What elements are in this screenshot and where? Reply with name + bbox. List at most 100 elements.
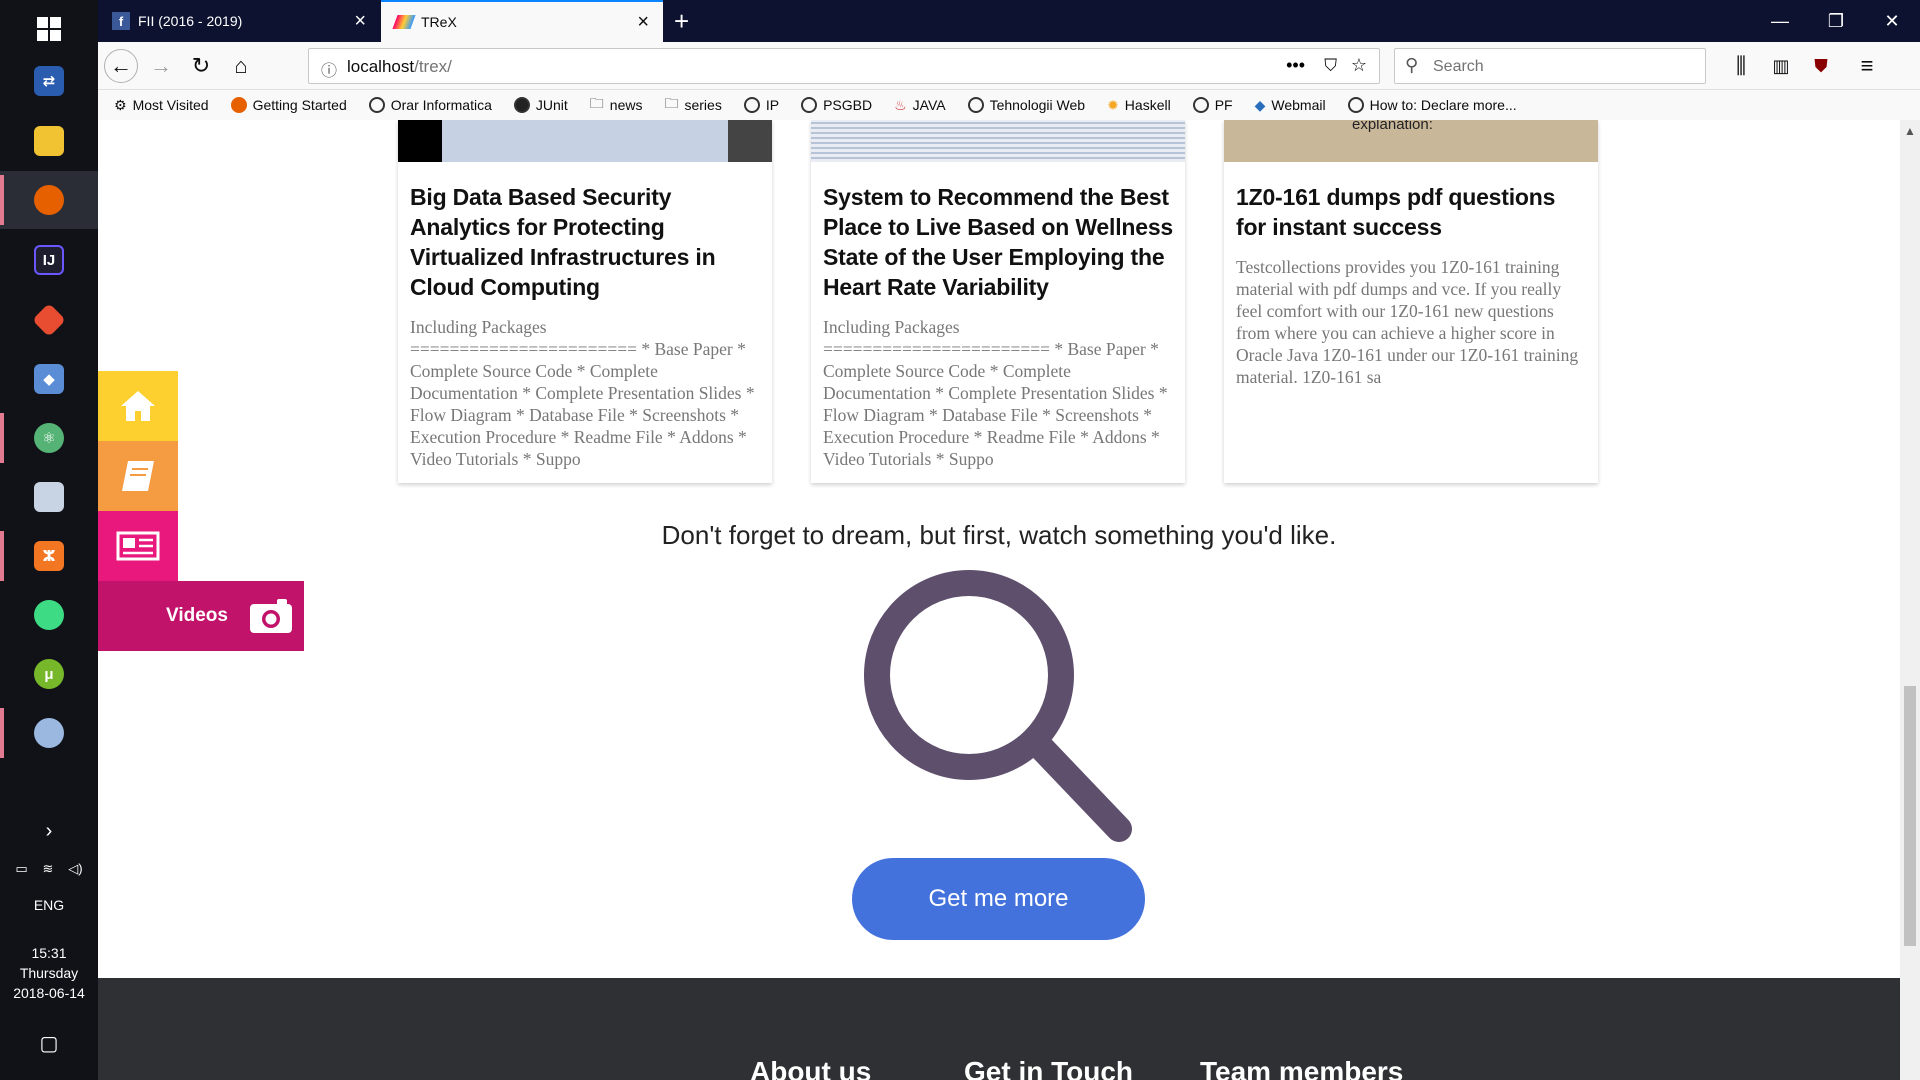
footer-heading-team: Team members — [1200, 1056, 1404, 1080]
side-nav-home[interactable] — [98, 371, 178, 441]
bookmark-tehnologii-web[interactable]: Tehnologii Web — [967, 97, 1085, 113]
library-icon[interactable]: ⫼ — [1724, 49, 1758, 83]
cube-icon: ◆ — [34, 364, 64, 394]
search-placeholder: Search — [1433, 58, 1484, 75]
windows-logo-icon — [37, 17, 61, 41]
start-button[interactable] — [0, 0, 98, 58]
menu-icon[interactable]: ≡ — [1850, 49, 1884, 83]
database-app-button[interactable] — [0, 468, 98, 526]
bookmark-star-icon[interactable]: ☆ — [1351, 55, 1367, 76]
network-app-button[interactable]: ⇄ — [0, 52, 98, 110]
firefox-taskbar-button[interactable] — [0, 171, 98, 229]
intellij-button[interactable]: IJ — [0, 231, 98, 289]
tab-trex[interactable]: TReX × — [381, 0, 663, 42]
article-card[interactable]: System to Recommend the Best Place to Li… — [811, 120, 1185, 483]
language-indicator[interactable]: ENG — [0, 897, 98, 913]
page-actions-icon[interactable]: ••• — [1286, 55, 1305, 76]
home-icon — [121, 391, 155, 421]
xampp-icon: ⵣ — [34, 541, 64, 571]
paint-app-button[interactable] — [0, 704, 98, 762]
android-studio-button[interactable] — [0, 586, 98, 644]
firefox-icon — [230, 97, 247, 113]
globe-icon — [967, 97, 984, 113]
wifi-icon[interactable]: ≋ — [43, 861, 54, 877]
info-icon[interactable]: ⓘ — [321, 57, 337, 81]
bookmark-junit[interactable]: JUnit — [513, 97, 568, 113]
forward-button[interactable]: → — [144, 49, 178, 83]
bookmark-webmail[interactable]: ◆ Webmail — [1255, 97, 1326, 114]
home-button[interactable]: ⌂ — [224, 49, 258, 83]
card-title[interactable]: 1Z0-161 dumps pdf questions for instant … — [1224, 162, 1598, 242]
xampp-button[interactable]: ⵣ — [0, 527, 98, 585]
sidebar-icon[interactable]: ▥ — [1764, 49, 1798, 83]
volume-icon[interactable]: ◁) — [68, 861, 82, 877]
card-excerpt: Including Packages =====================… — [410, 317, 755, 469]
bookmark-most-visited[interactable]: ⚙ Most Visited — [114, 97, 209, 114]
side-nav-videos-label: Videos — [166, 605, 228, 626]
firefox-icon — [34, 185, 64, 215]
tab-fii[interactable]: f FII (2016 - 2019) × — [98, 0, 380, 42]
bookmark-pf[interactable]: PF — [1192, 97, 1233, 113]
bookmark-psgbd[interactable]: PSGBD — [801, 97, 872, 113]
new-tab-button[interactable]: + — [674, 6, 689, 37]
bookmark-java[interactable]: ♨ JAVA — [894, 97, 946, 114]
url-text[interactable]: localhost/trex/ — [347, 57, 452, 77]
reload-button[interactable]: ↻ — [184, 49, 218, 83]
close-tab-icon[interactable]: × — [354, 11, 366, 31]
close-tab-icon[interactable]: × — [637, 12, 649, 32]
minimize-button[interactable]: — — [1752, 0, 1808, 42]
atom-button[interactable]: ⚛ — [0, 409, 98, 467]
get-more-button[interactable]: Get me more — [852, 858, 1145, 940]
globe-icon — [743, 97, 760, 113]
webmail-icon: ◆ — [1254, 96, 1266, 113]
scrollbar-thumb[interactable] — [1904, 686, 1916, 946]
globe-icon — [801, 97, 818, 113]
page-scrollbar[interactable]: ▲ — [1900, 120, 1920, 1080]
notifications-icon[interactable]: ▢ — [0, 1031, 98, 1056]
battery-icon[interactable]: ▭ — [15, 861, 27, 877]
back-button[interactable]: ← — [104, 49, 138, 83]
ublock-icon[interactable]: ⛊ — [1804, 49, 1838, 83]
database-icon — [34, 482, 64, 512]
file-explorer-button[interactable] — [0, 112, 98, 170]
bookmark-news[interactable]: 🗀 news — [590, 93, 643, 117]
android-studio-icon — [34, 600, 64, 630]
git-icon — [32, 303, 66, 337]
facebook-icon: f — [112, 12, 130, 30]
pocket-icon[interactable]: ⛉ — [1324, 56, 1337, 76]
restore-button[interactable]: ❐ — [1808, 0, 1864, 42]
card-thumbnail: explanation: — [1224, 120, 1598, 162]
folder-icon: 🗀 — [589, 95, 604, 111]
chevron-right-icon[interactable]: › — [0, 820, 98, 843]
card-title[interactable]: Big Data Based Security Analytics for Pr… — [398, 162, 772, 302]
bookmark-orar-informatica[interactable]: Orar Informatica — [368, 97, 492, 113]
side-nav-books[interactable] — [98, 441, 178, 511]
windows-taskbar: ⇄ IJ ◆ ⚛ ⵣ μ › ▭ ≋ ◁) ENG 15:31 Thursday… — [0, 0, 98, 1080]
close-window-button[interactable]: ✕ — [1864, 0, 1920, 42]
card-excerpt: Including Packages =====================… — [823, 317, 1168, 469]
palette-icon — [34, 718, 64, 748]
article-card[interactable]: explanation: 1Z0-161 dumps pdf questions… — [1224, 120, 1598, 483]
card-thumbnail — [398, 120, 772, 162]
git-app-button[interactable] — [0, 291, 98, 349]
trex-logo-icon — [392, 15, 416, 29]
scroll-up-arrow-icon[interactable]: ▲ — [1904, 124, 1916, 138]
tab-label: TReX — [421, 14, 457, 30]
bookmark-getting-started[interactable]: Getting Started — [230, 97, 347, 113]
bookmark-haskell[interactable]: ✹ Haskell — [1107, 97, 1171, 114]
intellij-icon: IJ — [34, 245, 64, 275]
bookmark-how-to-declare[interactable]: How to: Declare more... — [1347, 97, 1517, 113]
bookmark-series[interactable]: 🗀 series — [664, 93, 721, 117]
clock[interactable]: 15:31 Thursday 2018-06-14 — [0, 945, 98, 1001]
book-icon — [122, 461, 154, 491]
search-bar[interactable]: ⚲ Search — [1394, 48, 1706, 84]
bookmark-ip[interactable]: IP — [743, 97, 779, 113]
footer: About us Get in Touch Team members — [98, 978, 1900, 1080]
url-bar[interactable]: ⓘ localhost/trex/ ••• ⛉ ☆ — [308, 48, 1380, 84]
utorrent-button[interactable]: μ — [0, 645, 98, 703]
article-card[interactable]: Big Data Based Security Analytics for Pr… — [398, 120, 772, 483]
side-nav-videos[interactable]: Videos — [98, 581, 304, 651]
virtualbox-button[interactable]: ◆ — [0, 350, 98, 408]
globe-icon — [368, 97, 385, 113]
card-title[interactable]: System to Recommend the Best Place to Li… — [811, 162, 1185, 302]
